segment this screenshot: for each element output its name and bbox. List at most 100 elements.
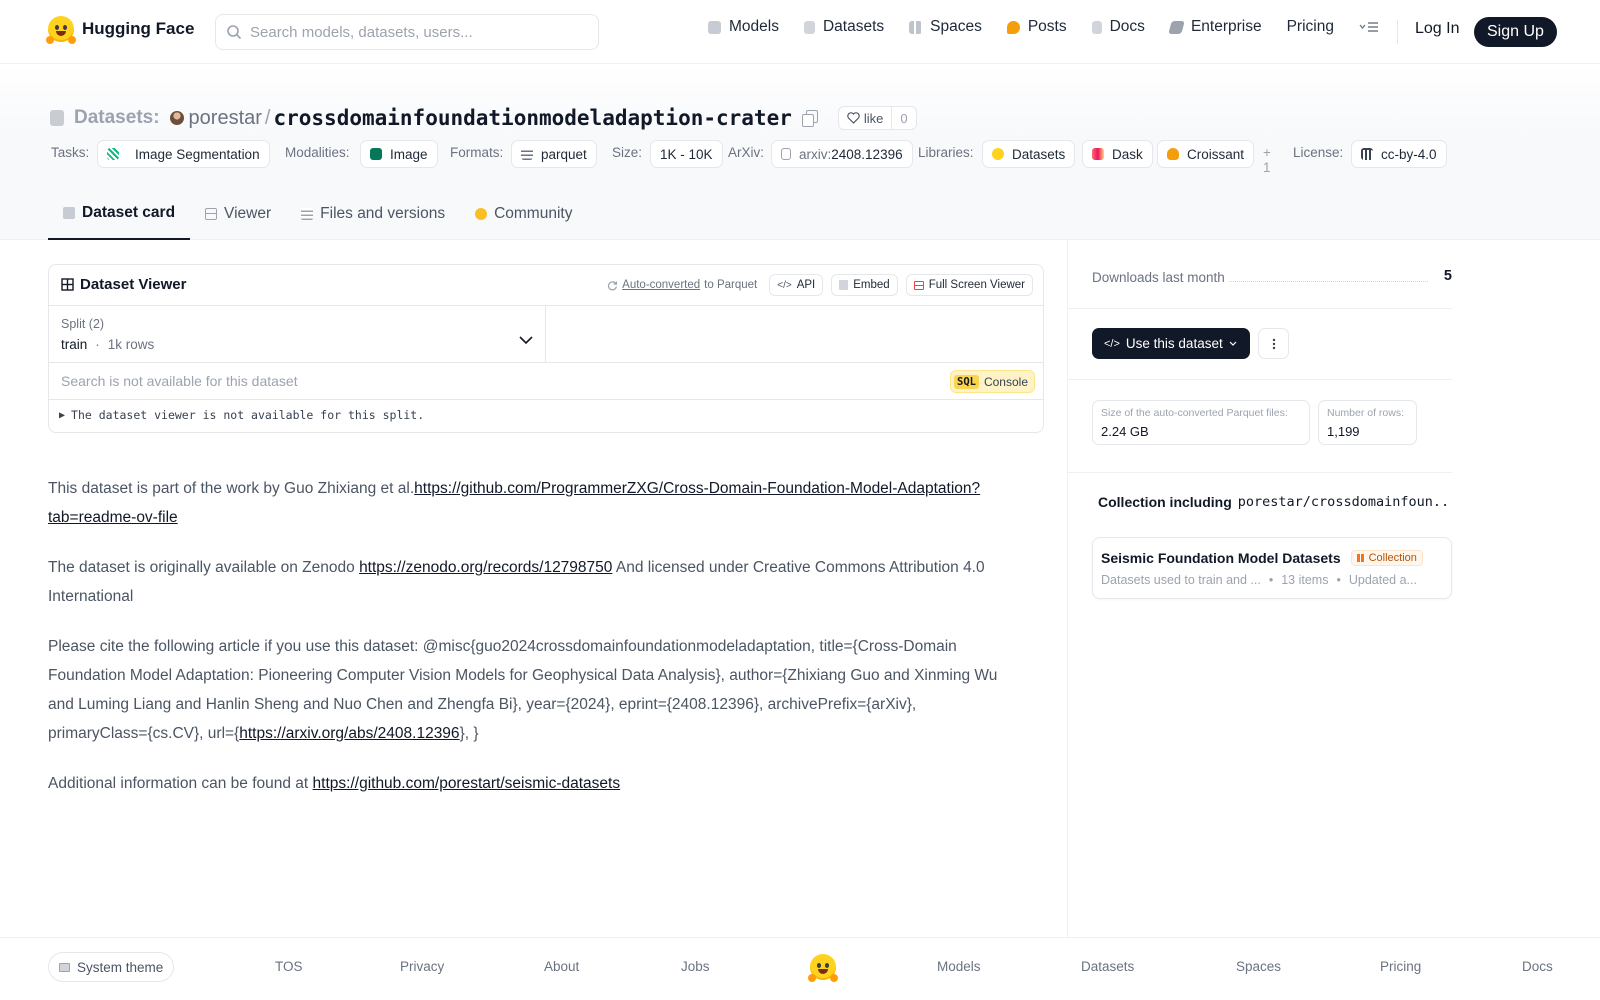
nav-enterprise[interactable]: Enterprise xyxy=(1168,18,1262,36)
rows-label: Number of rows: xyxy=(1327,407,1405,419)
theme-toggle-button[interactable]: System theme xyxy=(48,952,175,982)
footer-link-privacy[interactable]: Privacy xyxy=(400,959,444,974)
arxiv-chip[interactable]: arxiv: 2408.12396 xyxy=(771,140,913,168)
license-label: License: xyxy=(1293,145,1344,160)
footer-link-tos[interactable]: TOS xyxy=(275,959,303,974)
nav-datasets[interactable]: Datasets xyxy=(803,18,884,36)
tab-files-label: Files and versions xyxy=(320,205,446,222)
size-chip[interactable]: 1K - 10K xyxy=(650,140,723,168)
footer-logo[interactable] xyxy=(808,954,838,982)
sql-console-button[interactable]: SQL Console xyxy=(950,370,1035,393)
arxiv-link[interactable]: https://arxiv.org/abs/2408.12396 xyxy=(239,725,459,742)
brand-name: Hugging Face xyxy=(82,19,195,38)
library-chip-dask[interactable]: Dask xyxy=(1082,140,1153,168)
task-label: Image Segmentation xyxy=(135,146,260,162)
enterprise-icon xyxy=(1168,20,1185,34)
license-chip[interactable]: cc-by-4.0 xyxy=(1351,140,1447,168)
embed-icon xyxy=(839,280,849,290)
split-label: Split (2) xyxy=(61,317,105,331)
split-name: train xyxy=(61,337,88,352)
size-value: 1K - 10K xyxy=(660,146,713,162)
library-datasets-label: Datasets xyxy=(1012,146,1066,162)
full-screen-button[interactable]: Full Screen Viewer xyxy=(905,274,1033,296)
embed-button[interactable]: Embed xyxy=(831,274,898,296)
viewer-search: Search is not available for this dataset… xyxy=(49,363,1043,400)
collection-updated: Updated a... xyxy=(1348,573,1417,587)
viewer-title-text: Dataset Viewer xyxy=(80,276,187,293)
footer-link-spaces[interactable]: Spaces xyxy=(1236,959,1281,974)
triangle-right-icon: ▶ xyxy=(59,409,66,421)
nav-spaces[interactable]: Spaces xyxy=(909,18,982,36)
modality-chip[interactable]: Image xyxy=(360,140,438,168)
footer-link-about[interactable]: About xyxy=(544,959,579,974)
community-icon xyxy=(475,208,488,220)
library-chip-croissant[interactable]: Croissant xyxy=(1157,140,1255,168)
search-input[interactable] xyxy=(250,23,580,41)
global-search[interactable] xyxy=(215,14,599,50)
hugging-face-icon xyxy=(808,954,838,982)
auto-converted-link[interactable]: Auto-converted xyxy=(622,279,700,291)
split-selector[interactable]: Split (2) train · 1k rows xyxy=(49,306,546,363)
tab-viewer[interactable]: Viewer xyxy=(190,188,286,240)
nav-models[interactable]: Models xyxy=(708,18,779,36)
repo-owner-link[interactable]: porestar xyxy=(189,107,262,130)
nav-more[interactable] xyxy=(1359,20,1379,34)
like-button[interactable]: like 0 xyxy=(837,106,917,130)
library-dask-label: Dask xyxy=(1112,146,1143,162)
tab-files[interactable]: Files and versions xyxy=(286,188,460,240)
api-button[interactable]: </> API xyxy=(769,274,824,296)
nav-pricing[interactable]: Pricing xyxy=(1287,18,1334,36)
parquet-size-label: Size of the auto-converted Parquet files… xyxy=(1101,407,1288,419)
tab-community[interactable]: Community xyxy=(460,188,587,240)
brand-logo[interactable]: Hugging Face xyxy=(46,16,195,44)
card-text: Additional information can be found at xyxy=(48,775,313,792)
api-label: API xyxy=(796,279,816,291)
parquet-size-value: 2.24 GB xyxy=(1101,424,1149,439)
size-label: Size: xyxy=(612,145,643,160)
footer-link-jobs[interactable]: Jobs xyxy=(681,959,710,974)
card-text: This dataset is part of the work by Guo … xyxy=(48,480,415,497)
footer-link-models[interactable]: Models xyxy=(937,959,981,974)
sidebar-divider-line xyxy=(1068,308,1452,309)
nav-models-label: Models xyxy=(729,18,779,35)
viewer-search-placeholder: Search is not available for this dataset xyxy=(61,373,298,389)
nav-divider xyxy=(1397,20,1398,44)
tab-dataset-card-label: Dataset card xyxy=(82,204,176,221)
footer-link-datasets[interactable]: Datasets xyxy=(1081,959,1134,974)
copy-icon[interactable] xyxy=(801,110,818,127)
collection-meta: Datasets used to train and ... • 13 item… xyxy=(1101,573,1417,587)
document-icon xyxy=(781,148,791,160)
login-link[interactable]: Log In xyxy=(1415,20,1459,38)
collection-card[interactable]: Seismic Foundation Model Datasets Collec… xyxy=(1092,537,1452,599)
library-chip-datasets[interactable]: Datasets xyxy=(982,140,1076,168)
format-chip[interactable]: parquet xyxy=(511,140,597,168)
bank-icon xyxy=(1361,148,1373,160)
split-rows: 1k rows xyxy=(107,337,155,352)
repo-name-link[interactable]: crossdomainfoundationmodeladaption-crate… xyxy=(273,106,791,130)
rows-stat: Number of rows: 1,199 xyxy=(1318,400,1417,445)
table-icon xyxy=(61,278,74,291)
full-screen-label: Full Screen Viewer xyxy=(928,279,1025,291)
footer-link-docs[interactable]: Docs xyxy=(1522,959,1553,974)
monitor-icon xyxy=(59,962,70,972)
tab-dataset-card[interactable]: Dataset card xyxy=(48,188,191,240)
nav-docs[interactable]: Docs xyxy=(1091,18,1145,36)
footer: System theme TOS Privacy About Jobs Mode… xyxy=(0,937,1600,1000)
viewer-unavailable-note[interactable]: ▶ The dataset viewer is not available fo… xyxy=(59,408,424,422)
seismic-datasets-link[interactable]: https://github.com/porestart/seismic-dat… xyxy=(313,775,621,792)
segmentation-icon xyxy=(107,148,119,160)
more-options-button[interactable] xyxy=(1258,328,1289,359)
task-chip[interactable]: Image Segmentation xyxy=(97,140,270,168)
footer-link-pricing[interactable]: Pricing xyxy=(1380,959,1421,974)
like-label: like xyxy=(863,110,884,126)
zenodo-link[interactable]: https://zenodo.org/records/12798750 xyxy=(359,559,612,576)
signup-button[interactable]: Sign Up xyxy=(1474,17,1557,47)
format-label: parquet xyxy=(541,146,587,162)
cube-icon xyxy=(63,207,75,219)
vertical-dots-icon xyxy=(1272,338,1275,349)
nav-posts[interactable]: Posts xyxy=(1006,18,1067,36)
use-this-dataset-button[interactable]: </> Use this dataset xyxy=(1092,328,1250,359)
card-paragraph: This dataset is part of the work by Guo … xyxy=(48,474,1008,532)
libraries-more[interactable]: + 1 xyxy=(1263,145,1271,175)
repo-type-label: Datasets: xyxy=(74,107,160,128)
